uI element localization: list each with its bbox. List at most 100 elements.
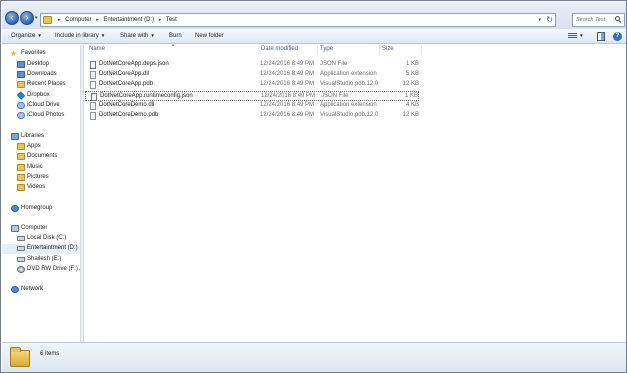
file-row[interactable]: DotNetCoreApp.dll 12/24/2016 8:49 PM App… [85,70,419,80]
file-name: DotNetCoreDemo.dll [99,102,155,108]
breadcrumb-chevron-icon[interactable]: ▸ [96,17,99,23]
column-header-name[interactable]: Name [89,46,105,52]
breadcrumb-chevron-icon[interactable]: ▸ [159,17,162,23]
change-view-icon[interactable] [568,32,577,41]
file-name: DotNetCoreApp.deps.json [99,61,169,67]
file-list: ▲ Name Date modified Type Size DotNetCor… [85,42,626,342]
recent-places-icon [17,81,25,88]
chevron-down-icon: ▼ [37,33,42,38]
file-date: 12/24/2016 8:49 PM [260,102,315,108]
sidebar-item-label: iCloud Drive [27,102,60,108]
file-name: DotNetCoreDemo.pdb [99,112,159,118]
column-divider[interactable] [421,45,422,55]
breadcrumb-folder[interactable]: Test [166,17,177,23]
file-type: VisualStudio.pdb.12.0 [320,112,379,118]
column-divider[interactable] [317,45,318,55]
file-date: 12/24/2016 8:49 PM [260,112,315,118]
details-pane: 6 items [2,342,626,372]
column-header-size[interactable]: Size [382,46,394,52]
forward-arrow-icon[interactable]: › [20,11,34,25]
sidebar-item-label: Pictures [27,174,49,180]
address-dropdown-icon[interactable]: ▾ [538,17,541,23]
icloud-drive-icon [17,102,25,109]
hard-drive-icon [17,246,25,251]
dll-file-icon [90,102,96,110]
back-arrow-icon[interactable]: ‹ [5,11,19,25]
file-row[interactable]: DotNetCoreDemo.dll 12/24/2016 8:49 PM Ap… [85,101,419,111]
sidebar-item-label: Music [27,164,43,170]
pane-splitter[interactable] [80,45,84,342]
file-type: JSON File [321,93,349,99]
music-icon [17,164,25,171]
pdb-file-icon [90,112,96,120]
hard-drive-icon [17,236,25,241]
column-divider[interactable] [258,45,259,55]
sidebar-libraries-label: Libraries [21,133,45,139]
preview-pane-icon[interactable] [597,32,605,41]
file-date: 12/24/2016 8:49 PM [260,71,315,77]
include-in-library-button[interactable]: Include in library ▼ [55,33,105,39]
sidebar-homegroup-label: Homegroup [21,205,53,211]
share-with-button[interactable]: Share with ▼ [120,33,155,39]
sidebar-item-label: Downloads [27,71,57,77]
breadcrumb-chevron-icon[interactable]: ▸ [58,17,61,23]
dropbox-icon [16,91,26,100]
file-type: Application extension [320,102,377,108]
file-name: DotNetCoreApp.runtimeconfig.json [100,93,193,99]
icloud-photos-icon [17,112,25,119]
sidebar-computer-label: Computer [21,225,48,231]
hard-drive-icon [17,257,25,262]
breadcrumb-drive[interactable]: Entertaintment (D:) [103,17,154,23]
organize-button[interactable]: Organize ▼ [11,33,42,39]
json-file-icon [90,61,96,69]
help-icon[interactable]: ? [613,32,622,41]
file-type: VisualStudio.pdb.12.0 [320,81,379,87]
file-row[interactable]: DotNetCoreApp.deps.json 12/24/2016 8:49 … [85,60,419,70]
sidebar-item-label: Desktop [27,61,50,67]
column-header-type[interactable]: Type [320,46,333,52]
libraries-icon [11,133,19,140]
search-box[interactable] [572,13,625,27]
file-date: 12/24/2016 8:49 PM [261,93,316,99]
burn-button[interactable]: Burn [169,33,182,39]
json-file-icon [91,93,97,101]
file-row[interactable]: DotNetCoreDemo.pdb 12/24/2016 8:49 PM Vi… [85,111,419,121]
item-count: 6 items [40,351,60,357]
sidebar-item-entertaintment-d[interactable]: Entertaintment (D:) [2,244,80,254]
search-input[interactable] [573,14,615,26]
sort-indicator-icon: ▲ [171,42,175,47]
documents-icon [17,153,25,160]
homegroup-icon [11,205,19,212]
file-row[interactable]: DotNetCoreApp.pdb 12/24/2016 8:49 PM Vis… [85,80,419,90]
sidebar-item-label: iCloud Photos [27,112,65,118]
pictures-icon [17,174,25,181]
videos-icon [17,184,25,191]
address-bar[interactable]: ▸ Computer ▸ Entertaintment (D:) ▸ Test … [40,13,556,27]
breadcrumb-computer[interactable]: Computer [65,17,91,23]
breadcrumb: ▸ Computer ▸ Entertaintment (D:) ▸ Test [55,17,177,23]
file-type: JSON File [320,61,348,67]
file-row-focused[interactable]: DotNetCoreApp.runtimeconfig.json 12/24/2… [85,91,419,101]
organize-label: Organize [11,33,36,39]
new-folder-button[interactable]: New folder [195,33,224,39]
star-icon: ★ [10,49,18,58]
recent-pages-dropdown-icon[interactable]: ▾ [35,15,38,21]
column-header-date-modified[interactable]: Date modified [261,46,298,52]
chevron-down-icon: ▼ [100,33,106,38]
sidebar-item-label: Shailesh (E:) [27,256,62,262]
sidebar-item-label: Apps [27,143,41,149]
sidebar-item-label: Local Disk (C:) [27,235,67,241]
file-size: 12 KB [402,81,419,87]
pdb-file-icon [90,81,96,89]
column-divider[interactable] [379,45,380,55]
navigation-pane: ★ Favorites Desktop Downloads Recent Pla… [2,45,83,342]
search-icon[interactable] [615,16,622,23]
view-options-dropdown-icon[interactable]: ▼ [579,33,583,42]
computer-icon [11,225,19,232]
refresh-icon[interactable]: ↻ [546,15,553,24]
file-name: DotNetCoreApp.pdb [99,81,154,87]
file-size: 1 KB [405,61,419,67]
share-with-label: Share with [120,33,149,39]
folder-icon [10,347,30,367]
sidebar-item-label: Videos [27,184,46,190]
